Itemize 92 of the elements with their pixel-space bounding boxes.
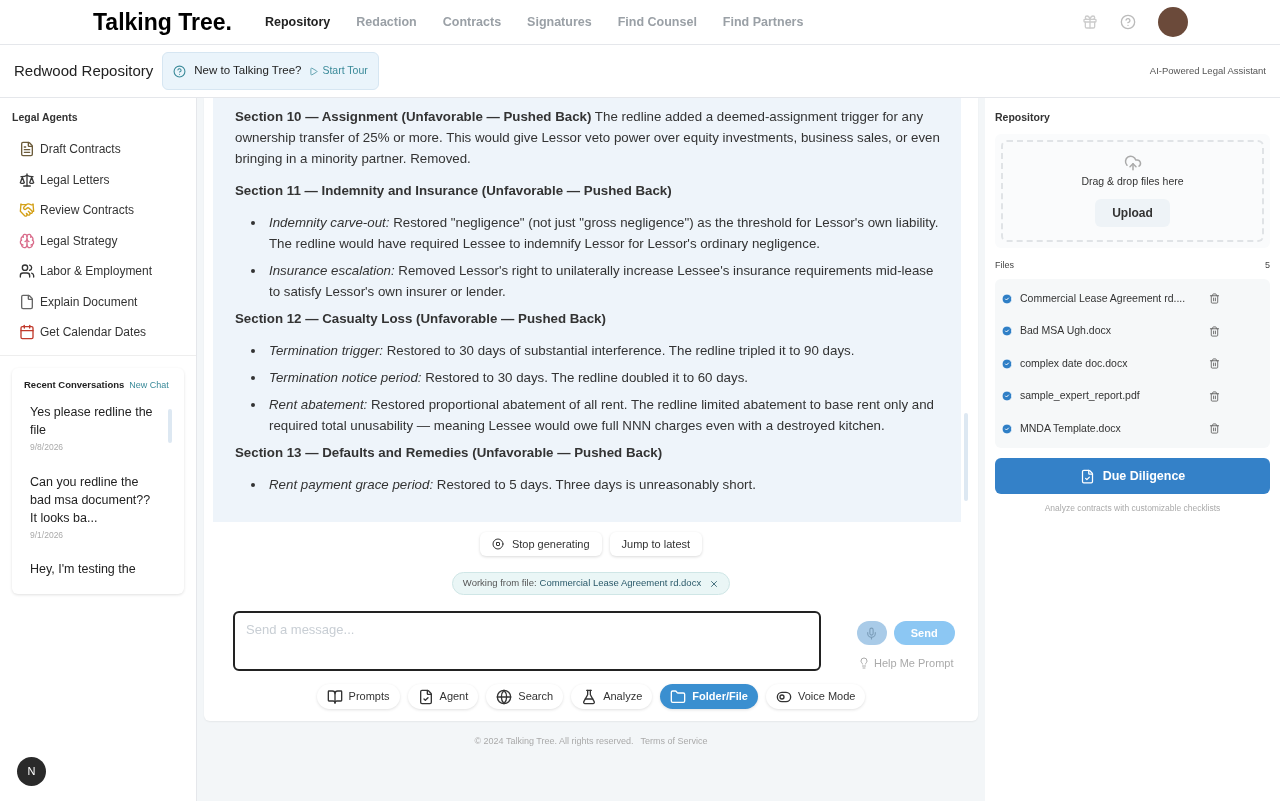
bullet-text: Indemnity carve-out: Restored "negligence" (not just "gross negligence") as the threshold for Lessor's own liability. The redline would have required Lessee to indemnify Lessor for Lessor's ordinary negligence. <box>269 214 940 253</box>
agent-item[interactable]: Draft Contracts <box>12 133 184 165</box>
bullet-text: Termination notice period: Restored to 30 days. The redline doubled it to 60 days. <box>269 369 749 387</box>
microphone-icon <box>865 626 879 640</box>
file-row[interactable]: Bad MSA Ugh.docx <box>995 314 1270 348</box>
bullet-text: Rent payment grace period: Restored to 5 days. Three days is unreasonably short. <box>269 476 757 494</box>
check-icon[interactable] <box>1001 292 1013 305</box>
tour-prompt: New to Talking Tree? <box>194 63 302 79</box>
file-name: MNDA Template.docx <box>1020 421 1122 437</box>
agent-item[interactable]: Review Contracts <box>12 194 184 226</box>
file-name: Bad MSA Ugh.docx <box>1020 323 1113 339</box>
section-heading: Section 13 — Defaults and Remedies (Unfavorable — Pushed Back) <box>235 444 664 462</box>
play-icon <box>309 66 319 76</box>
start-tour-link[interactable]: Start Tour <box>309 63 368 79</box>
logo[interactable]: Talking Tree. <box>93 4 265 40</box>
stop-generating-button[interactable]: Stop generating <box>479 532 602 556</box>
document-check-icon <box>1079 468 1095 484</box>
nav-tab[interactable]: Repository <box>265 12 331 32</box>
check-icon[interactable] <box>1001 325 1013 338</box>
book-icon <box>326 688 343 705</box>
file-row[interactable]: sample_expert_report.pdf <box>995 380 1270 413</box>
scales-icon <box>19 171 35 188</box>
cloud-upload-icon <box>1123 153 1142 172</box>
help-icon <box>173 64 187 78</box>
trash-icon[interactable] <box>1209 423 1220 435</box>
scrollbar-thumb[interactable] <box>964 413 968 501</box>
scrollbar-thumb[interactable] <box>168 408 172 443</box>
agent-item[interactable]: Explain Document <box>12 286 184 317</box>
memo-icon <box>19 141 35 157</box>
folder-icon <box>670 688 687 705</box>
tool-button[interactable]: Analyze <box>571 684 653 709</box>
flask-icon <box>581 688 598 705</box>
agent-item[interactable]: Get Calendar Dates <box>12 316 184 348</box>
tool-button[interactable]: Voice Mode <box>765 684 866 709</box>
section-heading: Section 11 — Indemnity and Insurance (Unfavorable — Pushed Back) <box>235 182 673 200</box>
check-icon[interactable] <box>1001 357 1013 370</box>
dropzone[interactable]: Drag & drop files here Upload <box>1001 139 1264 242</box>
chip-label: Working from file: <box>462 576 537 591</box>
file-row[interactable]: MNDA Template.docx <box>995 412 1270 446</box>
file-name: complex date doc.docx <box>1020 355 1129 371</box>
new-chat-link[interactable]: New Chat <box>129 379 169 393</box>
file-row[interactable]: complex date doc.docx <box>995 347 1270 381</box>
page-icon <box>19 293 35 310</box>
trash-icon[interactable] <box>1209 325 1220 337</box>
agent-item[interactable]: Labor & Employment <box>12 255 184 287</box>
tool-button[interactable]: Search <box>486 684 564 709</box>
calendar-icon <box>19 324 35 340</box>
check-icon[interactable] <box>1001 422 1013 435</box>
file-name: sample_expert_report.pdf <box>1020 388 1141 404</box>
upload-button[interactable]: Upload <box>1095 198 1170 227</box>
files-count: 5 <box>1265 258 1270 272</box>
check-icon[interactable] <box>1001 390 1013 403</box>
jump-to-latest-button[interactable]: Jump to latest <box>609 532 703 556</box>
globe-icon <box>496 688 513 705</box>
bullet-text: Insurance escalation: Removed Lessor's right to unilaterally increase Lessee's insurance requirements mid-lease to satisfy Lessor's own insurer or lender. <box>269 262 935 301</box>
section-title: Repository <box>995 110 1051 125</box>
bullet-text: Termination trigger: Restored to 30 days of substantial interference. The redline tripled it to 90 days. <box>269 342 856 360</box>
document-check-icon <box>417 688 434 705</box>
avatar[interactable] <box>1158 7 1188 37</box>
agent-item[interactable]: Legal Strategy <box>12 225 184 256</box>
conversation-item[interactable]: Yes please redline the file 9/8/2026 <box>24 402 154 454</box>
copyright-text: © 2024 Talking Tree. All rights reserved. <box>474 735 634 748</box>
lightbulb-icon <box>858 657 870 669</box>
section-title: Recent Conversations <box>24 378 125 393</box>
due-diligence-caption: Analyze contracts with customizable checklists <box>1043 502 1222 515</box>
tool-button[interactable]: Agent <box>407 684 479 709</box>
file-name: Commercial Lease Agreement rd.... <box>1020 290 1187 306</box>
dropzone-text: Drag & drop files here <box>1081 173 1184 189</box>
conversation-item[interactable]: Can you redline the bad msa document?? It looks ba... 9/1/2026 <box>24 472 154 542</box>
chip-file-name: Commercial Lease Agreement rd.docx <box>539 576 702 591</box>
trash-icon[interactable] <box>1209 358 1220 370</box>
bullet-text: Rent abatement: Restored proportional abatement of all rent. The redline limited abatement to base rent only and required total unusability — meaning Lessee would owe full NNN charges even with a destroyed kitchen. <box>269 396 935 435</box>
app-badge[interactable]: N <box>17 757 46 786</box>
microphone-button[interactable] <box>856 621 887 645</box>
section-title: Legal Agents <box>12 110 79 125</box>
trash-icon[interactable] <box>1209 293 1220 305</box>
file-row[interactable]: Commercial Lease Agreement rd.... <box>995 282 1270 315</box>
conversation-item[interactable]: Hey, I'm testing the <box>24 560 154 579</box>
agent-item[interactable]: Legal Letters <box>12 164 184 195</box>
message-paragraph: Section 10 — Assignment (Unfavorable — Pushed Back) The redline added a deemed-assignment trigger for any ownership transfer of 25% or more. This would give Lessor veto power over equity investments, business sales, or even bringing in a minority partner. Removed. <box>235 108 941 168</box>
stop-icon <box>491 538 504 550</box>
tool-button[interactable]: Prompts <box>316 684 400 709</box>
due-diligence-button[interactable]: Due Diligence <box>995 458 1270 495</box>
repository-title: Redwood Repository <box>14 60 154 81</box>
brain-icon <box>19 232 35 249</box>
handshake-icon <box>19 202 35 218</box>
files-label: Files <box>995 258 1014 272</box>
people-icon <box>19 263 35 279</box>
section-heading: Section 12 — Casualty Loss (Unfavorable — Pushed Back) <box>235 310 607 328</box>
trash-icon[interactable] <box>1209 390 1220 402</box>
close-icon[interactable] <box>709 578 720 589</box>
tagline: AI-Powered Legal Assistant <box>1149 63 1266 78</box>
